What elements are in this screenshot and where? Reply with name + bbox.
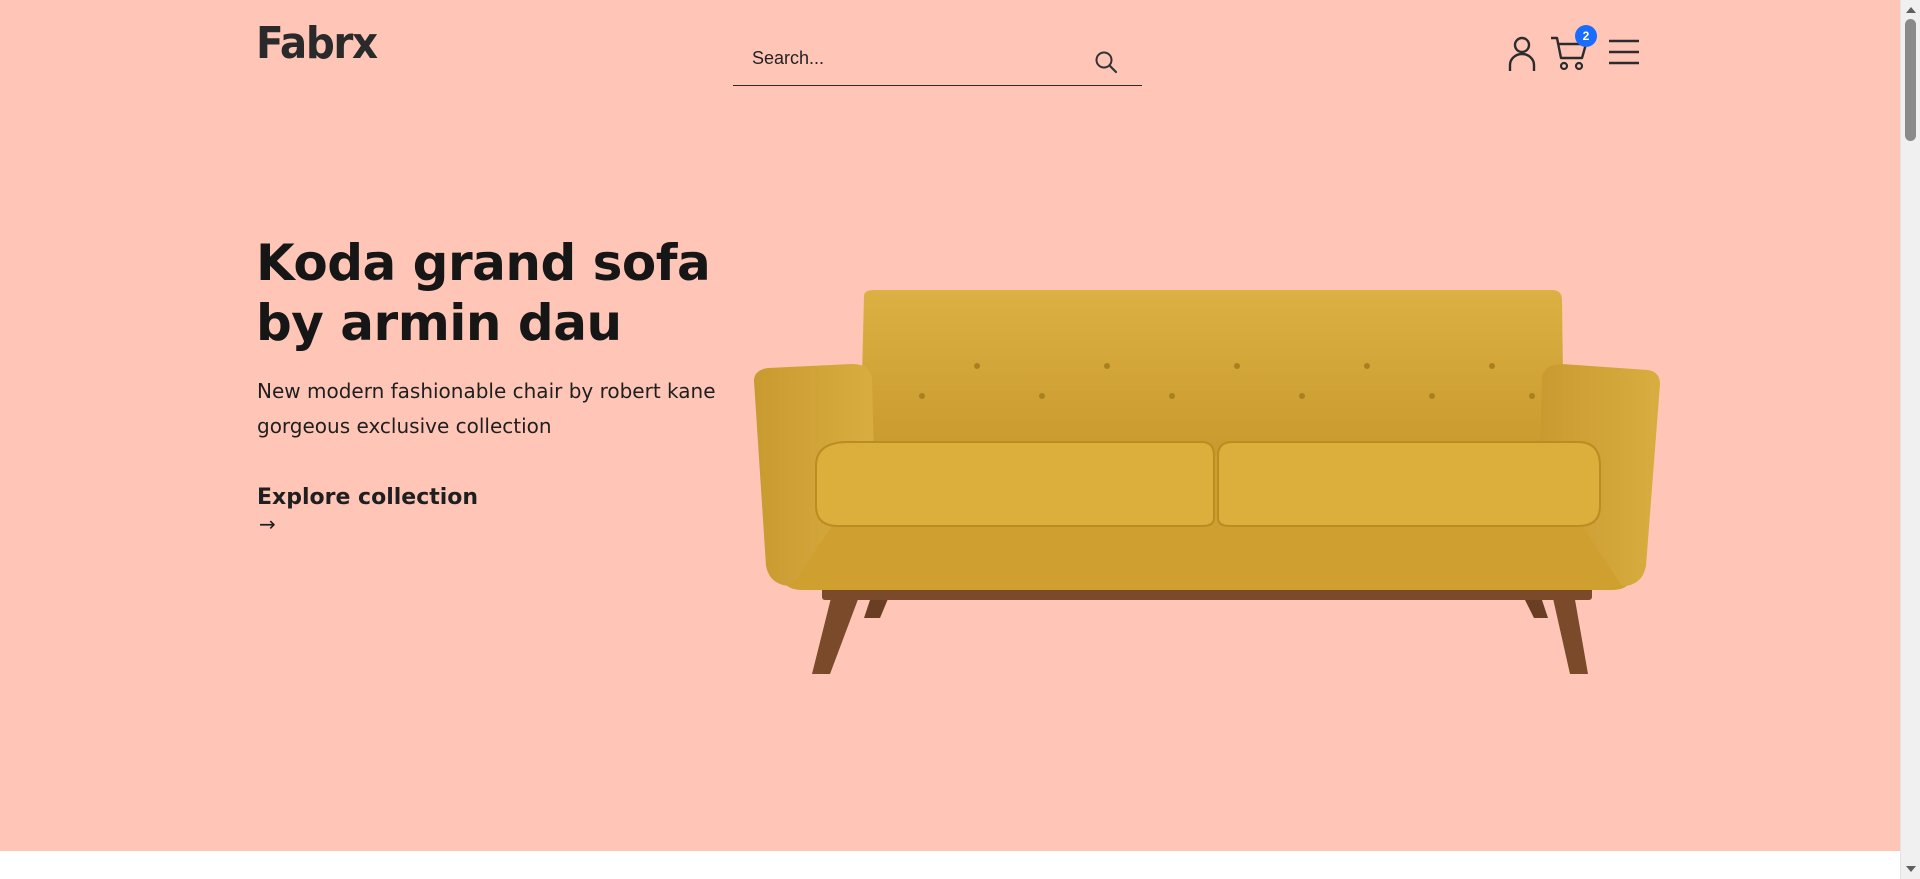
explore-collection-link[interactable]: Explore collection (257, 485, 478, 510)
cart-count-badge: 2 (1575, 25, 1597, 47)
hero-title-line-2: by armin dau (256, 294, 622, 352)
search-icon[interactable] (1093, 49, 1119, 75)
scroll-down-arrow-icon[interactable] (1906, 866, 1916, 872)
hero-section: Fabrx 2 Koda grand sofa by armin dau New… (0, 0, 1900, 851)
hero-title-line-1: Koda grand sofa (256, 234, 711, 292)
vertical-scrollbar[interactable] (1900, 0, 1920, 879)
scroll-thumb[interactable] (1905, 19, 1916, 141)
hero-description: New modern fashionable chair by robert k… (257, 374, 737, 444)
search-input[interactable] (733, 40, 1083, 76)
arrow-right-icon[interactable]: → (259, 512, 276, 536)
search-bar (733, 34, 1142, 86)
user-icon[interactable] (1505, 34, 1539, 72)
sofa-image (754, 290, 1660, 674)
hero-description-line-2: gorgeous exclusive collection (257, 414, 552, 438)
scroll-up-arrow-icon[interactable] (1906, 7, 1916, 13)
page-content-below (0, 851, 1900, 879)
hero-title: Koda grand sofa by armin dau (256, 233, 756, 353)
menu-icon[interactable] (1607, 36, 1641, 68)
site-logo[interactable]: Fabrx (256, 22, 378, 66)
hero-description-line-1: New modern fashionable chair by robert k… (257, 379, 716, 403)
